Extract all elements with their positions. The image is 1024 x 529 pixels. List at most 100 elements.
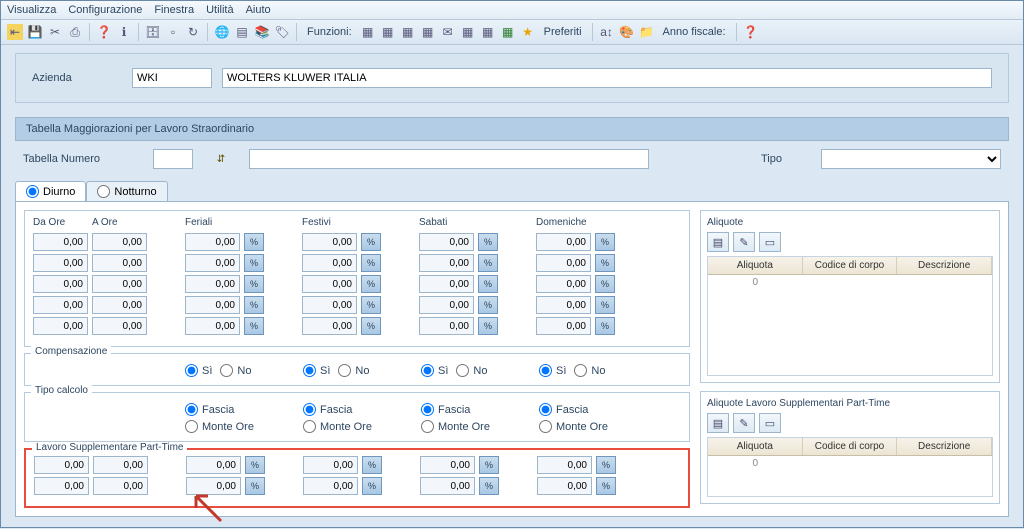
domeniche-pct-button[interactable]: % <box>595 275 615 293</box>
print-icon[interactable]: ⎙ <box>67 24 83 40</box>
aore-input[interactable] <box>92 233 147 251</box>
domeniche-input[interactable] <box>536 254 591 272</box>
lspt-feriali-input[interactable] <box>186 477 241 495</box>
lspt-sabati-input[interactable] <box>420 477 475 495</box>
festivi-pct-button[interactable]: % <box>361 296 381 314</box>
calc-icon[interactable]: ▦ <box>460 24 476 40</box>
festivi-input[interactable] <box>302 275 357 293</box>
feriali-pct-button[interactable]: % <box>244 296 264 314</box>
lspt-feriali-input[interactable] <box>186 456 241 474</box>
help2-icon[interactable]: ❓ <box>743 24 759 40</box>
lspt-daore-input[interactable] <box>34 477 89 495</box>
feriali-pct-button[interactable]: % <box>244 317 264 335</box>
lspt-domeniche-pct-button[interactable]: % <box>596 477 616 495</box>
fn2-icon[interactable]: ▦ <box>380 24 396 40</box>
domeniche-input[interactable] <box>536 275 591 293</box>
aore-input[interactable] <box>92 275 147 293</box>
azienda-name-input[interactable] <box>222 68 992 88</box>
domeniche-pct-button[interactable]: % <box>595 296 615 314</box>
fn1-icon[interactable]: ▦ <box>360 24 376 40</box>
sabati-input[interactable] <box>419 275 474 293</box>
feriali-input[interactable] <box>185 233 240 251</box>
feriali-pct-button[interactable]: % <box>244 275 264 293</box>
aliquote-pt-del-button[interactable]: ▭ <box>759 413 781 433</box>
aliquote-pt-add-button[interactable]: ▤ <box>707 413 729 433</box>
comp-domeniche-si[interactable] <box>539 364 552 377</box>
aore-input[interactable] <box>92 296 147 314</box>
lspt-domeniche-input[interactable] <box>537 477 592 495</box>
tab-diurno[interactable]: Diurno <box>15 181 86 201</box>
lspt-sabati-input[interactable] <box>420 456 475 474</box>
sabati-pct-button[interactable]: % <box>478 317 498 335</box>
feriali-input[interactable] <box>185 317 240 335</box>
page-icon[interactable]: ▤ <box>234 24 250 40</box>
db-icon[interactable]: 🗄 <box>145 24 161 40</box>
menu-finestra[interactable]: Finestra <box>154 4 194 16</box>
domeniche-pct-button[interactable]: % <box>595 233 615 251</box>
aliquote-edit-button[interactable]: ✎ <box>733 232 755 252</box>
lookup-icon[interactable]: ⇵ <box>213 151 229 167</box>
tipo-select[interactable] <box>821 149 1001 169</box>
comp-festivi-si[interactable] <box>303 364 316 377</box>
sabati-pct-button[interactable]: % <box>478 233 498 251</box>
feriali-input[interactable] <box>185 296 240 314</box>
tab-diurno-radio[interactable] <box>26 185 39 198</box>
tabella-numero-input[interactable] <box>153 149 193 169</box>
domeniche-pct-button[interactable]: % <box>595 317 615 335</box>
comp-sabati-si[interactable] <box>421 364 434 377</box>
fn4-icon[interactable]: ▦ <box>420 24 436 40</box>
lspt-festivi-pct-button[interactable]: % <box>362 477 382 495</box>
world-icon[interactable]: 🌐 <box>214 24 230 40</box>
tabella-desc-input[interactable] <box>249 149 649 169</box>
tc-festivi-monte[interactable] <box>303 420 316 433</box>
aliquote-del-button[interactable]: ▭ <box>759 232 781 252</box>
sabati-input[interactable] <box>419 296 474 314</box>
doc-icon[interactable]: ▫ <box>165 24 181 40</box>
domeniche-input[interactable] <box>536 296 591 314</box>
comp-sabati-no[interactable] <box>456 364 469 377</box>
feriali-input[interactable] <box>185 275 240 293</box>
font-icon[interactable]: a↕ <box>599 24 615 40</box>
festivi-pct-button[interactable]: % <box>361 317 381 335</box>
sabati-pct-button[interactable]: % <box>478 296 498 314</box>
domeniche-input[interactable] <box>536 233 591 251</box>
lspt-daore-input[interactable] <box>34 456 89 474</box>
tc-festivi-fascia[interactable] <box>303 403 316 416</box>
lspt-domeniche-input[interactable] <box>537 456 592 474</box>
star-icon[interactable]: ★ <box>520 24 536 40</box>
tc-sabati-fascia[interactable] <box>421 403 434 416</box>
festivi-pct-button[interactable]: % <box>361 275 381 293</box>
tc-feriali-fascia[interactable] <box>185 403 198 416</box>
sabati-pct-button[interactable]: % <box>478 254 498 272</box>
festivi-pct-button[interactable]: % <box>361 233 381 251</box>
comp-feriali-si[interactable] <box>185 364 198 377</box>
domeniche-pct-button[interactable]: % <box>595 254 615 272</box>
aore-input[interactable] <box>92 254 147 272</box>
tab-notturno-radio[interactable] <box>97 185 110 198</box>
feriali-input[interactable] <box>185 254 240 272</box>
sabati-pct-button[interactable]: % <box>478 275 498 293</box>
lspt-aore-input[interactable] <box>93 456 148 474</box>
daore-input[interactable] <box>33 254 88 272</box>
sabati-input[interactable] <box>419 317 474 335</box>
lspt-domeniche-pct-button[interactable]: % <box>596 456 616 474</box>
lspt-festivi-input[interactable] <box>303 477 358 495</box>
preferiti-label[interactable]: Preferiti <box>544 26 582 38</box>
azienda-code-input[interactable] <box>132 68 212 88</box>
lspt-feriali-pct-button[interactable]: % <box>245 477 265 495</box>
festivi-input[interactable] <box>302 296 357 314</box>
tc-sabati-monte[interactable] <box>421 420 434 433</box>
cut-icon[interactable]: ✂ <box>47 24 63 40</box>
festivi-pct-button[interactable]: % <box>361 254 381 272</box>
exit-icon[interactable]: ⇤ <box>7 24 23 40</box>
daore-input[interactable] <box>33 296 88 314</box>
fn3-icon[interactable]: ▦ <box>400 24 416 40</box>
aliquote-pt-grid[interactable]: Aliquota Codice di corpo Descrizione 0 <box>707 437 993 497</box>
chart-icon[interactable]: ▦ <box>480 24 496 40</box>
feriali-pct-button[interactable]: % <box>244 233 264 251</box>
aliquote-pt-edit-button[interactable]: ✎ <box>733 413 755 433</box>
refresh-icon[interactable]: ↻ <box>185 24 201 40</box>
lspt-festivi-input[interactable] <box>303 456 358 474</box>
menu-aiuto[interactable]: Aiuto <box>246 4 271 16</box>
mail-icon[interactable]: ✉ <box>440 24 456 40</box>
